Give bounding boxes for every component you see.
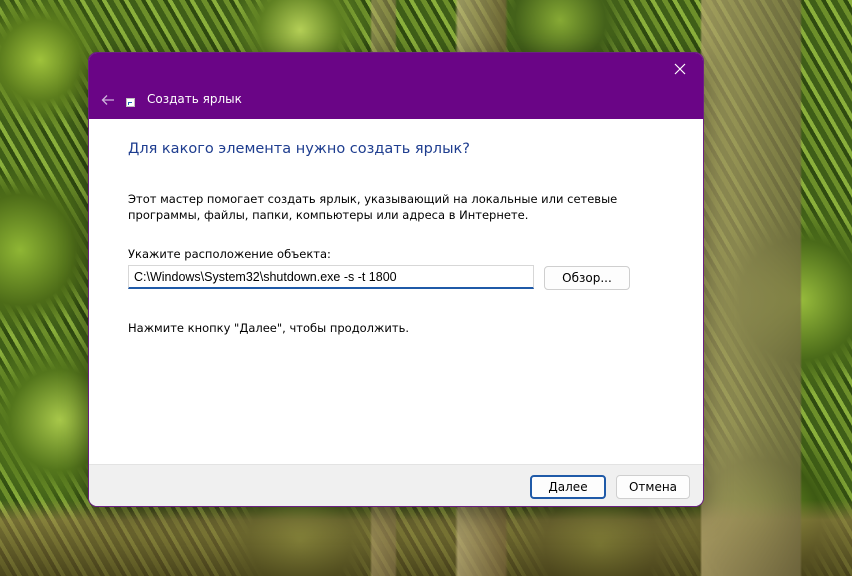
create-shortcut-dialog: Создать ярлык Для какого элемента нужно … bbox=[88, 52, 704, 507]
location-label: Укажите расположение объекта: bbox=[128, 247, 331, 261]
next-button[interactable]: Далее bbox=[530, 475, 606, 499]
close-button[interactable] bbox=[657, 53, 703, 85]
cancel-button[interactable]: Отмена bbox=[616, 475, 690, 499]
location-input[interactable] bbox=[128, 265, 534, 289]
back-button[interactable] bbox=[96, 89, 120, 111]
wizard-description: Этот мастер помогает создать ярлык, указ… bbox=[128, 192, 618, 222]
wizard-content: Для какого элемента нужно создать ярлык?… bbox=[89, 119, 703, 464]
close-icon bbox=[674, 63, 686, 75]
shortcut-app-icon bbox=[126, 98, 135, 107]
arrow-left-icon bbox=[101, 95, 114, 105]
continue-hint: Нажмите кнопку "Далее", чтобы продолжить… bbox=[128, 321, 409, 335]
page-heading: Для какого элемента нужно создать ярлык? bbox=[128, 141, 470, 157]
dialog-footer: Далее Отмена bbox=[89, 464, 703, 506]
browse-button[interactable]: Обзор... bbox=[544, 266, 630, 290]
title-bar: Создать ярлык bbox=[89, 53, 703, 119]
window-title: Создать ярлык bbox=[147, 92, 242, 106]
